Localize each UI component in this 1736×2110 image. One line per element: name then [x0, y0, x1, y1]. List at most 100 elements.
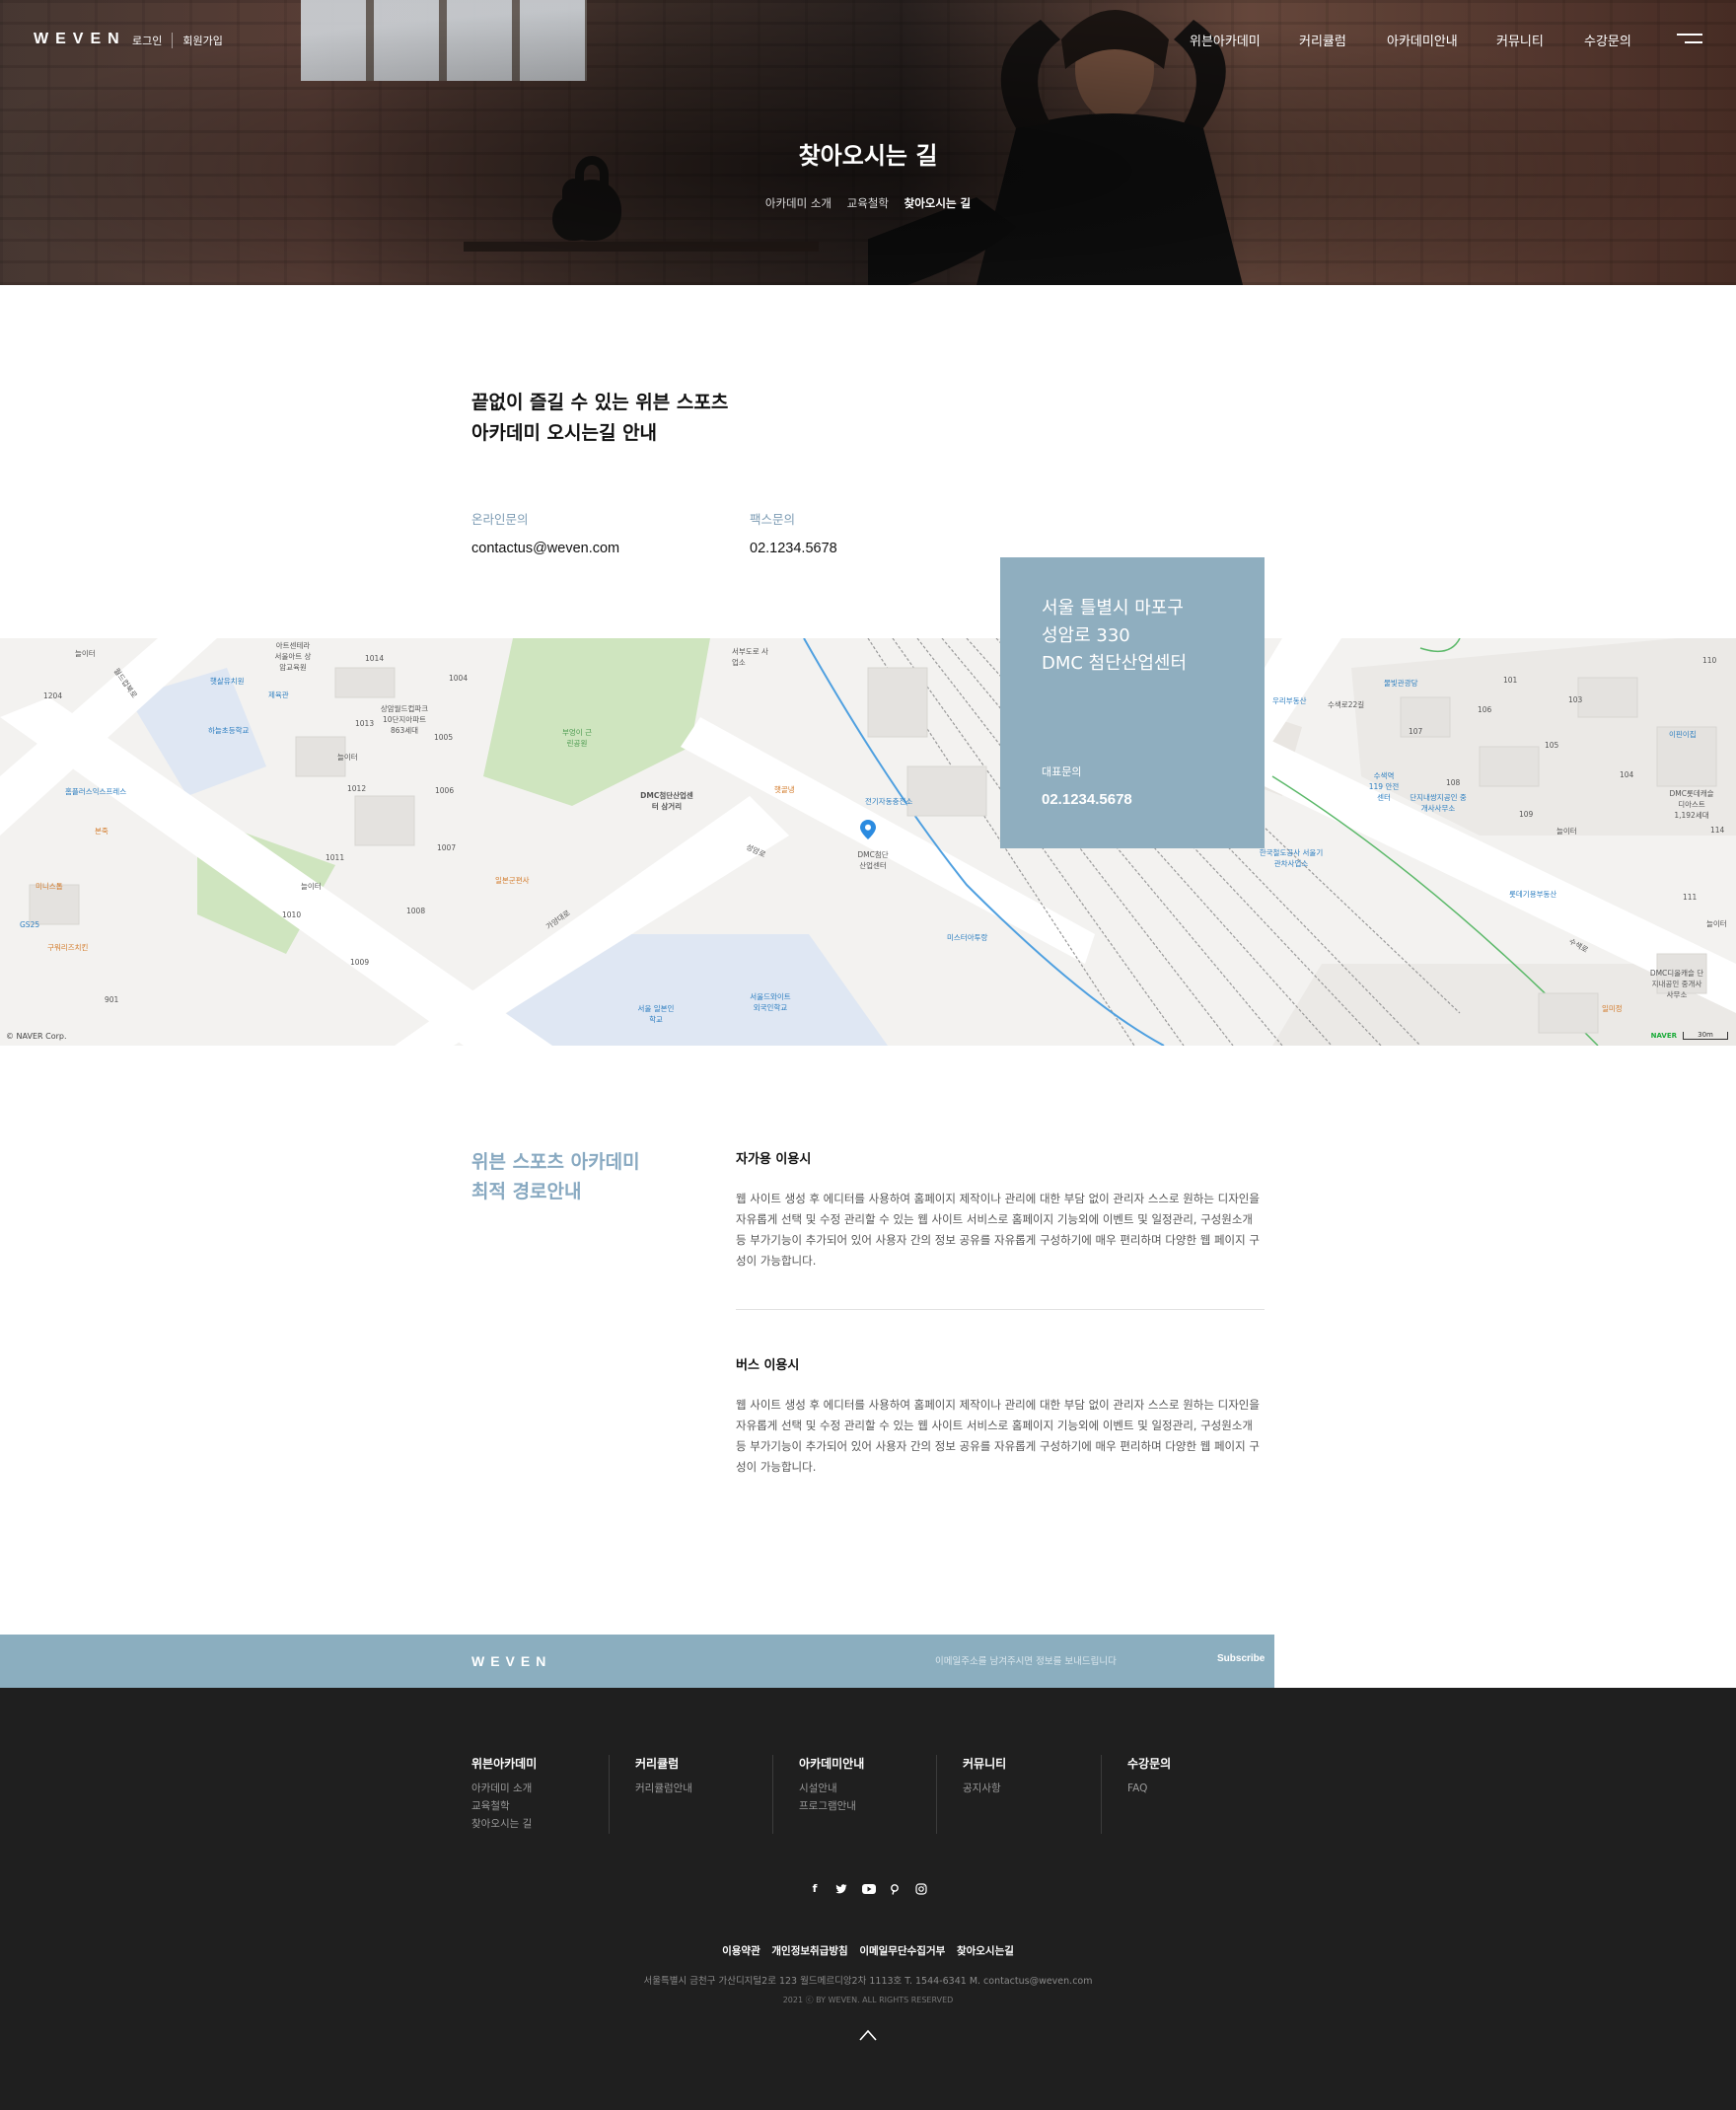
breadcrumb-item[interactable]: 아카데미 소개 — [765, 196, 832, 210]
route-heading-line: 최적 경로안내 — [471, 1181, 582, 1202]
signup-link[interactable]: 회원가입 — [172, 33, 232, 48]
breadcrumb-item[interactable]: 교육철학 — [847, 196, 889, 210]
address-text: 서울 틀별시 마포구 성암로 330 DMC 첨단산업센터 — [1042, 595, 1223, 678]
footer-link[interactable]: 시설안내 — [799, 1780, 963, 1797]
car-route-title: 자가용 이용시 — [736, 1152, 812, 1167]
column-separator — [772, 1755, 773, 1834]
scroll-top-icon[interactable] — [859, 2029, 877, 2041]
menu-icon[interactable] — [1677, 32, 1702, 45]
footer-link[interactable]: 교육철학 — [471, 1797, 635, 1815]
site-footer: 위븐아카데미 아카데미 소개 교육철학 찾아오시는 길 커리큘럼 커리큘럼안내 … — [0, 1688, 1736, 2110]
breadcrumb-item-current[interactable]: 찾아오시는 길 — [904, 196, 971, 210]
nav-item-guide[interactable]: 아카데미안내 — [1387, 31, 1458, 49]
facebook-icon[interactable]: f — [809, 1883, 821, 1895]
instagram-icon[interactable] — [915, 1883, 927, 1895]
map-label: 햇살유치원 — [210, 677, 245, 686]
company-info: 서울특별시 금천구 가산디지털2로 123 월드메르디앙2차 1113호 T. … — [643, 1976, 1093, 1987]
map-label: 101 — [1503, 676, 1518, 685]
social-links: f — [0, 1883, 1736, 1895]
map-label: 홈플러스익스프레스 — [65, 787, 127, 796]
email-refusal-link[interactable]: 이메일무단수집거부 — [859, 1945, 945, 1957]
map-label: 미스터아투랑 — [947, 933, 988, 942]
online-inquiry-email[interactable]: contactus@weven.com — [471, 541, 619, 556]
map-label: 아트센테라 서울아트 상암교육원 — [274, 641, 312, 672]
footer-link[interactable]: 찾아오시는 길 — [471, 1815, 635, 1833]
footer-column-curriculum: 커리큘럼 커리큘럼안내 — [609, 1755, 799, 1834]
fax-inquiry-number: 02.1234.5678 — [750, 541, 837, 556]
footer-link[interactable]: 공지사항 — [963, 1780, 1126, 1797]
footer-link[interactable]: 아카데미 소개 — [471, 1780, 635, 1797]
map-label: 단지내쌍지공인 중개사사무소 — [1410, 793, 1467, 813]
map-label: DMC첨단 산업센터 — [857, 850, 889, 870]
map-label: 114 — [1710, 826, 1725, 835]
map-label: 103 — [1568, 695, 1583, 704]
map-label: 1006 — [435, 786, 455, 795]
footer-column-title[interactable]: 아카데미안내 — [799, 1755, 963, 1772]
site-logo[interactable]: WEVEN — [34, 31, 126, 48]
map-label: 1014 — [365, 654, 385, 663]
terms-link[interactable]: 이용약관 — [722, 1945, 760, 1957]
pinterest-icon[interactable] — [889, 1883, 901, 1895]
footer-policy-links: 이용약관 개인정보취급방침 이메일무단수집거부 찾아오시는길 — [0, 1943, 1736, 1958]
location-pin-icon[interactable] — [860, 820, 876, 839]
map-label: 늘이터 — [301, 882, 322, 891]
privacy-link[interactable]: 개인정보취급방침 — [771, 1945, 847, 1957]
nav-item-academy[interactable]: 위븐아카데미 — [1190, 31, 1261, 49]
fax-inquiry-label: 팩스문의 — [750, 512, 796, 527]
footer-column-title[interactable]: 수강문의 — [1127, 1755, 1291, 1772]
footer-column-title[interactable]: 위븐아카데미 — [471, 1755, 635, 1772]
map-label: 상암월드컵파크 10단지아파트 863세대 — [380, 704, 429, 735]
map-label: GS25 — [20, 920, 40, 929]
newsletter-email-input[interactable] — [935, 1653, 1172, 1669]
twitter-icon[interactable] — [835, 1883, 847, 1895]
representative-tel-label: 대표문의 — [1042, 765, 1082, 778]
bus-route-section: 버스 이용시 웹 사이트 생성 후 에디터를 사용하여 홈페이지 제작이나 관리… — [736, 1354, 1265, 1478]
nav-item-inquiry[interactable]: 수강문의 — [1584, 31, 1631, 49]
map-label: 1012 — [347, 784, 367, 793]
map-label: 부엉이 근린공원 — [562, 728, 592, 748]
map-label: 1010 — [282, 910, 302, 919]
map-label: 108 — [1446, 778, 1461, 787]
map-label: 109 — [1519, 810, 1534, 819]
footer-column-academy: 위븐아카데미 아카데미 소개 교육철학 찾아오시는 길 — [471, 1755, 635, 1834]
footer-column-title[interactable]: 커리큘럼 — [635, 1755, 799, 1772]
map-label: 서울드와이트 외국인학교 — [750, 992, 791, 1012]
map-label: 우리부동산 — [1272, 696, 1307, 705]
member-links: 로그인 회원가입 — [132, 33, 233, 48]
map-scale: 30m — [1683, 1032, 1728, 1040]
map-label: DMC롯데캐슬 디아스트 1,192세대 — [1669, 789, 1714, 820]
bus-route-title: 버스 이용시 — [736, 1358, 800, 1373]
car-route-section: 자가용 이용시 웹 사이트 생성 후 에디터를 사용하여 홈페이지 제작이나 관… — [736, 1148, 1265, 1272]
map-label: 하늘초등학교 — [208, 726, 250, 735]
footer-link[interactable]: 커리큘럼안내 — [635, 1780, 799, 1797]
footer-link[interactable]: FAQ — [1127, 1780, 1291, 1797]
hero-banner: WEVEN 로그인 회원가입 위븐아카데미 커리큘럼 아카데미안내 커뮤니티 수… — [0, 0, 1736, 285]
location-map[interactable]: 아트센테라 서울아트 상암교육원 1014 1004 서부도로 사업소 햇살유치… — [0, 638, 1736, 1046]
map-label: 미니스톱 — [36, 882, 63, 891]
nav-item-community[interactable]: 커뮤니티 — [1496, 31, 1544, 49]
directions-link[interactable]: 찾아오시는길 — [957, 1945, 1014, 1957]
intro-heading: 끝없이 즐길 수 있는 위븐 스포츠 아카데미 오시는길 안내 — [471, 388, 728, 449]
column-separator — [936, 1755, 937, 1834]
map-label: 한국철도공사 서울기관차사업소 — [1259, 848, 1324, 868]
breadcrumb: 아카데미 소개 교육철학 찾아오시는 길 — [0, 195, 1736, 211]
footer-link[interactable]: 프로그램안내 — [799, 1797, 963, 1815]
footer-logo[interactable]: WEVEN — [471, 1653, 551, 1669]
subscribe-button[interactable]: Subscribe — [1217, 1653, 1265, 1664]
intro-heading-line: 끝없이 즐길 수 있는 위븐 스포츠 — [471, 392, 729, 413]
page-title: 찾아오시는 길 — [798, 142, 938, 170]
footer-column-title[interactable]: 커뮤니티 — [963, 1755, 1126, 1772]
map-label: 1011 — [326, 853, 345, 862]
bus-route-text: 웹 사이트 생성 후 에디터를 사용하여 홈페이지 제작이나 관리에 대한 부담… — [736, 1398, 1260, 1474]
map-label: 1005 — [434, 733, 454, 742]
newsletter-bar: WEVEN Subscribe — [0, 1635, 1274, 1688]
login-link[interactable]: 로그인 — [132, 33, 172, 48]
youtube-icon[interactable] — [862, 1883, 876, 1895]
map-label: 1004 — [449, 674, 469, 683]
map-label: 롯데기용부동산 — [1509, 890, 1557, 899]
map-label: 전기자동충전소 — [865, 797, 913, 806]
map-label: 일본군편사 — [495, 876, 530, 885]
map-label: 1009 — [350, 958, 370, 967]
nav-item-curriculum[interactable]: 커리큘럼 — [1299, 31, 1346, 49]
map-label: 110 — [1702, 656, 1717, 665]
